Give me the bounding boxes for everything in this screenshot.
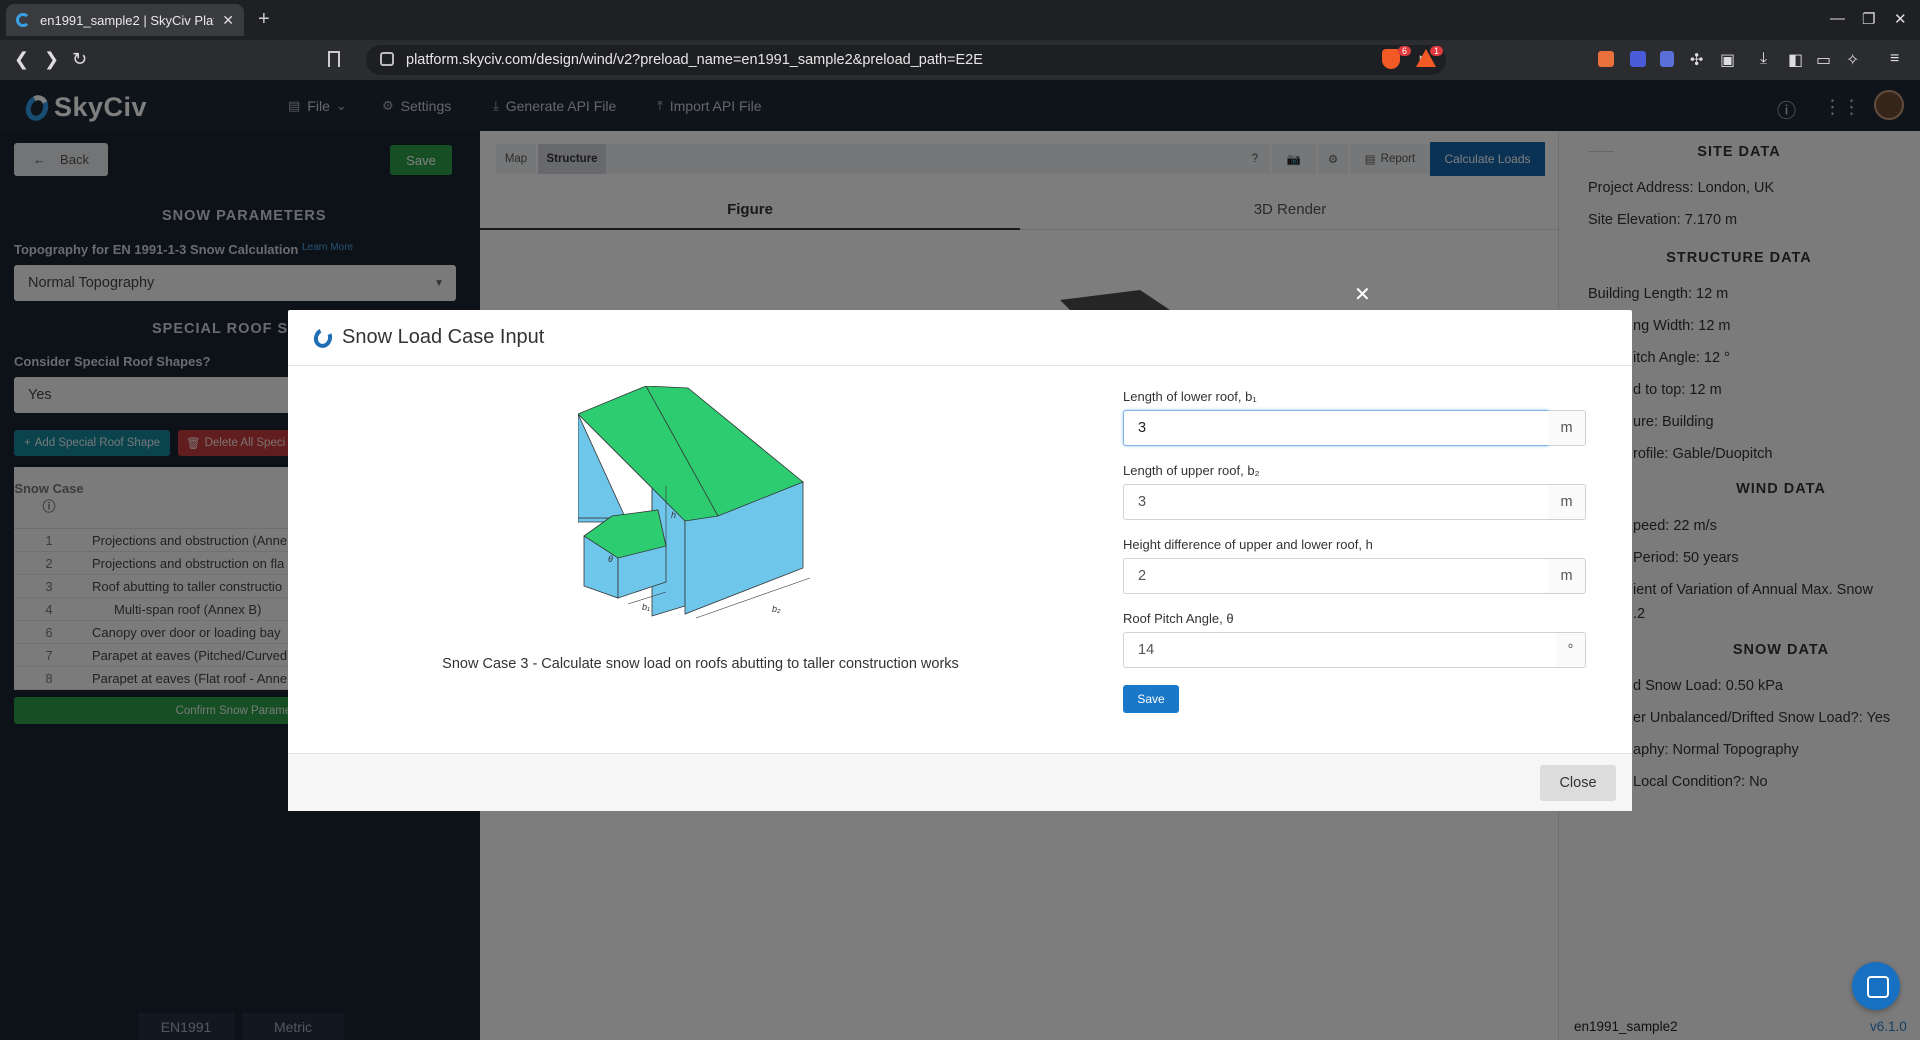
modal-close-button[interactable]: Close — [1540, 765, 1616, 801]
upper-roof-length-unit: m — [1548, 484, 1586, 520]
chat-support-button[interactable] — [1852, 962, 1900, 1010]
modal-title: Snow Load Case Input — [342, 326, 545, 348]
download-icon[interactable]: ⤓ — [1760, 50, 1767, 68]
reload-icon[interactable]: ↻ — [72, 49, 87, 70]
skyciv-favicon-icon — [16, 13, 30, 27]
figure-label-theta: θ — [608, 554, 613, 564]
sidebar-icon[interactable]: ◧ — [1788, 50, 1803, 70]
roof-pitch-unit: ° — [1556, 632, 1586, 668]
tab-title: en1991_sample2 | SkyCiv Plat — [40, 12, 215, 28]
height-difference-input[interactable] — [1123, 558, 1549, 594]
snow-load-case-modal: Snow Load Case Input h θ b₁ b₂ Snow Case… — [288, 310, 1632, 811]
alert-badge: 1 — [1430, 46, 1444, 56]
figure-label-h: h — [671, 510, 676, 520]
modal-header: Snow Load Case Input — [288, 310, 1632, 366]
browser-tab[interactable]: en1991_sample2 | SkyCiv Plat ✕ — [6, 4, 244, 36]
back-nav-icon[interactable]: ❮ — [14, 49, 29, 70]
browser-tabbar: en1991_sample2 | SkyCiv Plat ✕ + — ❐ ✕ — [0, 0, 1920, 40]
skyciv-logo-icon — [311, 325, 335, 350]
lower-roof-length-unit: m — [1548, 410, 1586, 446]
minimize-icon[interactable]: — — [1830, 10, 1845, 27]
close-tab-icon[interactable]: ✕ — [222, 12, 234, 29]
extension-fox-icon[interactable] — [1598, 51, 1614, 67]
roof-pitch-label: Roof Pitch Angle, θ — [1123, 611, 1234, 626]
modal-footer — [288, 753, 1632, 811]
brave-badge: 6 — [1398, 46, 1412, 56]
url-text: platform.skyciv.com/design/wind/v2?prelo… — [406, 52, 983, 68]
maximize-icon[interactable]: ❐ — [1862, 10, 1875, 28]
forward-nav-icon[interactable]: ❯ — [44, 49, 59, 70]
roof-pitch-input[interactable] — [1123, 632, 1557, 668]
extension-a-icon[interactable] — [1630, 51, 1646, 67]
lower-roof-length-label: Length of lower roof, b₁ — [1123, 389, 1257, 404]
figure-caption: Snow Case 3 - Calculate snow load on roo… — [442, 656, 959, 672]
snow-case-figure: h θ b₁ b₂ — [578, 386, 811, 619]
upper-roof-length-input[interactable] — [1123, 484, 1549, 520]
bookmark-icon[interactable] — [328, 51, 340, 67]
modal-save-button[interactable]: Save — [1123, 685, 1179, 713]
new-tab-icon[interactable]: + — [258, 8, 270, 31]
figure-label-b1: b₁ — [642, 602, 650, 612]
browser-menu-icon[interactable]: ≡ — [1890, 50, 1899, 68]
figure-label-b2: b₂ — [772, 604, 781, 614]
wallet-icon[interactable]: ▭ — [1816, 50, 1831, 70]
extension-slash-icon[interactable] — [1660, 51, 1674, 67]
height-difference-unit: m — [1548, 558, 1586, 594]
address-bar[interactable]: platform.skyciv.com/design/wind/v2?prelo… — [328, 45, 1446, 75]
close-icon[interactable]: ✕ — [1354, 282, 1371, 307]
lower-roof-length-input[interactable] — [1123, 410, 1549, 446]
site-info-icon[interactable] — [380, 52, 394, 66]
extensions-puzzle-icon[interactable]: ✣ — [1690, 50, 1703, 70]
upper-roof-length-label: Length of upper roof, b₂ — [1123, 463, 1260, 478]
window-close-icon[interactable]: ✕ — [1894, 10, 1907, 28]
height-difference-label: Height difference of upper and lower roo… — [1123, 537, 1373, 552]
extension-box-icon[interactable]: ▣ — [1720, 50, 1735, 70]
leo-ai-icon[interactable]: ✧ — [1846, 50, 1859, 70]
